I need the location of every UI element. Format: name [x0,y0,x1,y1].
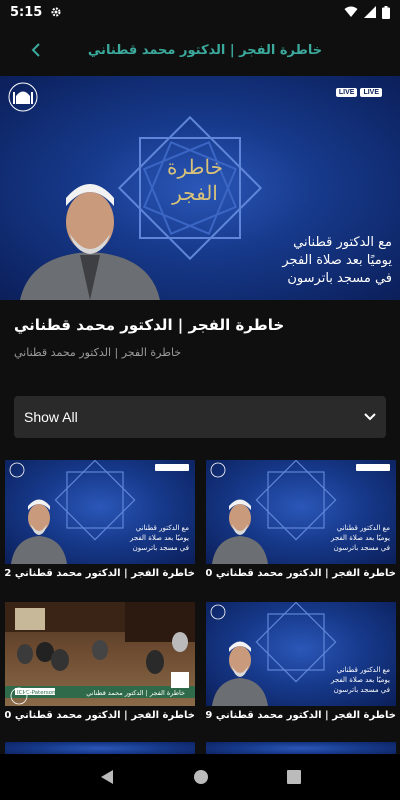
overlay-text: مع الدكتور قطناني [136,524,189,532]
signal-icon [364,6,376,18]
youtube-live-badge: LIVE [360,88,382,97]
calligraphy-line: خاطرة [167,155,223,179]
hero-line: يوميًا بعد صلاة الفجر [282,253,392,268]
star-ornament: مع الدكتور قطناني يوميًا بعد صلاة الفجر … [210,602,390,706]
playlist-subtitle: خاطرة الفجر | الدكتور محمد قطناني [14,346,182,359]
video-thumbnail: مع الدكتور قطناني يوميًا بعد صلاة الفجر … [5,460,195,564]
hero-banner[interactable]: LIVE LIVE خاطرة الفجر مع الدكتور قطناني … [0,76,400,300]
facebook-live-badge: LIVE [335,88,358,97]
star-ornament: مع الدكتور قطناني يوميًا بعد صلاة الفجر … [9,460,189,564]
video-title: خاطرة الفجر | الدكتور محمد قطناني 1/20/.… [206,568,396,579]
overlay-text: يوميًا بعد صلاة الفجر [330,676,390,684]
live-badges: LIVE LIVE [335,88,382,97]
chevron-down-icon [364,413,376,421]
overlay-text: يوميًا بعد صلاة الفجر [330,534,390,542]
overlay-text: ICPC-Paterson [17,690,56,696]
video-title: خاطرة الفجر | الدكتور محمد قطناني 1/19/.… [206,710,396,721]
playlist-title: خاطرة الفجر | الدكتور محمد قطناني [14,316,285,334]
overlay-text: يوميًا بعد صلاة الفجر [129,534,189,542]
wifi-icon [344,6,358,17]
video-card[interactable]: مع الدكتور قطناني يوميًا بعد صلاة الفجر … [5,460,195,579]
app-bar: خاطرة الفجر | الدكتور محمد قطناني [0,24,400,76]
overlay-text: مع الدكتور قطناني [337,524,390,532]
status-icons [344,5,390,19]
filter-selected-value: Show All [24,409,78,425]
video-title: خاطرة الفجر | الدكتور محمد قطناني 1/20/.… [5,710,195,721]
video-card[interactable]: مع الدكتور قطناني يوميًا بعد صلاة الفجر … [206,602,396,721]
back-triangle-icon[interactable] [99,769,115,785]
video-thumbnail: مع الدكتور قطناني يوميًا بعد صلاة الفجر … [206,460,396,564]
status-bar: 5:15 [0,0,400,24]
filter-dropdown[interactable]: Show All [14,396,386,438]
overlay-text: في مسجد باترسون [133,544,189,552]
video-card[interactable]: مع الدكتور قطناني يوميًا بعد صلاة الفجر … [206,460,396,579]
mosque-logo-icon [8,82,38,112]
home-circle-icon[interactable] [193,769,209,785]
hero-calligraphy: خاطرة الفجر [160,154,230,206]
video-thumbnail: مع الدكتور قطناني يوميًا بعد صلاة الفجر … [206,602,396,706]
status-time: 5:15 [10,4,43,20]
overlay-text: في مسجد باترسون [334,686,390,694]
overlay-text: خاطرة الفجر | الدكتور محمد قطناني [86,689,185,697]
video-title: خاطرة الفجر | الدكتور محمد قطناني 1/22/.… [5,568,195,579]
star-ornament: مع الدكتور قطناني يوميًا بعد صلاة الفجر … [210,460,390,564]
hero-text: مع الدكتور قطناني يوميًا بعد صلاة الفجر … [282,234,392,288]
video-card[interactable]: ICPC-Paterson خاطرة الفجر | الدكتور محمد… [5,602,195,721]
calligraphy-line: الفجر [172,181,218,205]
overlay-text: مع الدكتور قطناني [337,666,390,674]
recents-square-icon[interactable] [287,770,301,784]
video-thumbnail: ICPC-Paterson خاطرة الفجر | الدكتور محمد… [5,602,195,706]
mosque-interior-scene: ICPC-Paterson خاطرة الفجر | الدكتور محمد… [5,602,195,705]
battery-icon [382,5,390,19]
app-bar-title: خاطرة الفجر | الدكتور محمد قطناني [87,42,323,58]
gear-icon [51,7,61,17]
back-button[interactable] [22,36,50,64]
chevron-left-icon [31,43,40,57]
overlay-text: في مسجد باترسون [334,544,390,552]
hero-line: في مسجد باترسون [287,271,392,286]
hero-line: مع الدكتور قطناني [293,235,392,250]
system-nav-bar [0,754,400,800]
speaker-portrait [20,184,160,300]
